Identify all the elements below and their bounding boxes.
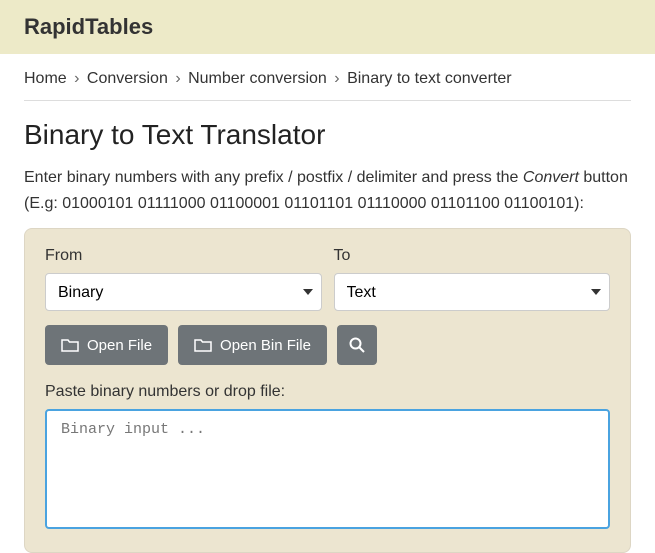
site-title: RapidTables	[24, 14, 631, 40]
breadcrumb-current: Binary to text converter	[347, 70, 512, 87]
paste-label: Paste binary numbers or drop file:	[45, 383, 610, 401]
open-bin-file-button[interactable]: Open Bin File	[178, 325, 327, 365]
to-label: To	[334, 247, 611, 265]
button-row: Open File Open Bin File	[45, 325, 610, 365]
intro-before: Enter binary numbers with any prefix / p…	[24, 169, 523, 186]
breadcrumb-number-conversion[interactable]: Number conversion	[188, 70, 327, 87]
breadcrumb-sep: ›	[334, 70, 339, 87]
breadcrumb-home[interactable]: Home	[24, 70, 67, 87]
search-button[interactable]	[337, 325, 377, 365]
intro-text: Enter binary numbers with any prefix / p…	[24, 165, 631, 216]
breadcrumb-sep: ›	[74, 70, 79, 87]
breadcrumb-conversion[interactable]: Conversion	[87, 70, 168, 87]
binary-input-textarea[interactable]	[45, 409, 610, 529]
to-col: To Text	[334, 247, 611, 311]
page-title: Binary to Text Translator	[24, 119, 631, 151]
to-select[interactable]: Text	[334, 273, 611, 311]
search-icon	[349, 337, 365, 353]
breadcrumb-sep: ›	[175, 70, 180, 87]
intro-em: Convert	[523, 169, 579, 186]
breadcrumb: Home › Conversion › Number conversion › …	[24, 54, 631, 101]
page-content: Home › Conversion › Number conversion › …	[0, 54, 655, 553]
from-col: From Binary	[45, 247, 322, 311]
converter-panel: From Binary To Text Open File Open Bin F…	[24, 228, 631, 553]
from-select[interactable]: Binary	[45, 273, 322, 311]
folder-icon	[61, 338, 79, 352]
from-label: From	[45, 247, 322, 265]
open-file-button[interactable]: Open File	[45, 325, 168, 365]
from-to-row: From Binary To Text	[45, 247, 610, 311]
site-header: RapidTables	[0, 0, 655, 54]
open-bin-label: Open Bin File	[220, 337, 311, 354]
open-file-label: Open File	[87, 337, 152, 354]
folder-icon	[194, 338, 212, 352]
